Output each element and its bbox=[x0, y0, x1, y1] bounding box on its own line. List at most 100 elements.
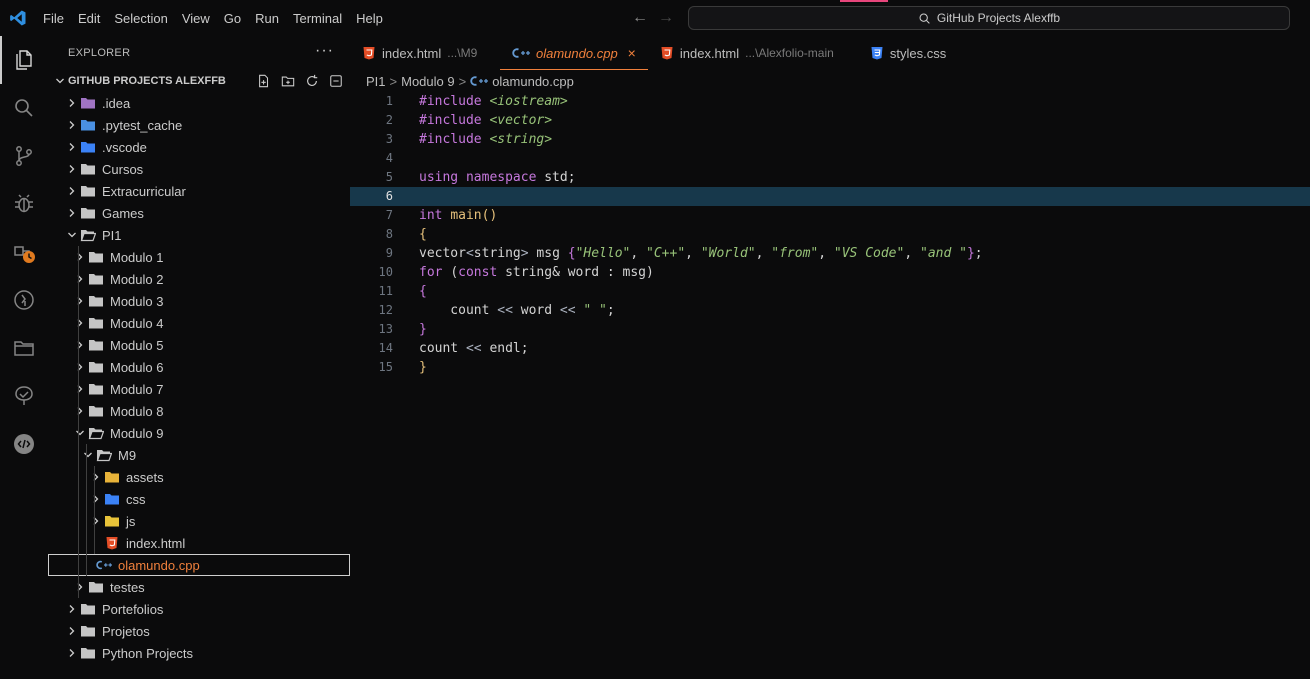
collapse-all-icon[interactable] bbox=[328, 73, 344, 89]
tree-item-cursos[interactable]: Cursos bbox=[48, 158, 350, 180]
tree-item-olamundo-cpp[interactable]: olamundo.cpp bbox=[48, 554, 350, 576]
search-icon[interactable] bbox=[0, 84, 48, 132]
code-line: 12 count << word << " "; bbox=[350, 301, 1310, 320]
folder-icon bbox=[80, 620, 96, 642]
tab-styles-css[interactable]: styles.css bbox=[858, 36, 978, 70]
tab-description: ...\M9 bbox=[447, 46, 478, 60]
tree-item-vscode[interactable]: .vscode bbox=[48, 136, 350, 158]
folder-icon[interactable] bbox=[0, 324, 48, 372]
tree-item-modulo-6[interactable]: Modulo 6 bbox=[48, 356, 350, 378]
editor-tabs: index.html ...\M9 olamundo.cpp × index.html.… bbox=[350, 36, 1310, 70]
extensions-update-icon[interactable] bbox=[0, 228, 48, 276]
code-token: , bbox=[685, 246, 701, 261]
indent-guide bbox=[86, 554, 87, 576]
tree-item-pytest-cache[interactable]: .pytest_cache bbox=[48, 114, 350, 136]
tree-item-modulo-1[interactable]: Modulo 1 bbox=[48, 246, 350, 268]
vscode-logo-icon[interactable] bbox=[0, 0, 36, 36]
line-number: 5 bbox=[385, 170, 393, 184]
tab-index-html-0[interactable]: index.html ...\M9 bbox=[350, 36, 500, 70]
file-tree: GITHUB PROJECTS ALEXFFB .idea .pytest_cac… bbox=[48, 70, 350, 664]
code-token: count bbox=[419, 303, 498, 318]
explorer-sidebar: EXPLORER ··· GITHUB PROJECTS ALEXFFB .id… bbox=[48, 36, 350, 679]
chevron-right-icon bbox=[88, 510, 104, 532]
tree-item-label: Modulo 7 bbox=[110, 381, 164, 397]
more-actions-icon[interactable]: ··· bbox=[315, 42, 334, 60]
tab-olamundo-cpp[interactable]: olamundo.cpp × bbox=[500, 36, 648, 70]
tab-index-html-2[interactable]: index.html ...\Alexfolio-main bbox=[648, 36, 858, 70]
breadcrumb-item[interactable]: PI1 bbox=[366, 74, 386, 89]
tree-item-python-projects[interactable]: Python Projects bbox=[48, 642, 350, 664]
tree-item-m9[interactable]: M9 bbox=[48, 444, 350, 466]
chat-icon[interactable] bbox=[0, 420, 48, 468]
tree-item-modulo-3[interactable]: Modulo 3 bbox=[48, 290, 350, 312]
folder-icon bbox=[104, 510, 120, 532]
code-line: 10 for (const string& word : msg) bbox=[350, 263, 1310, 282]
workspace-root[interactable]: GITHUB PROJECTS ALEXFFB bbox=[48, 70, 350, 92]
code-editor[interactable]: 1 #include <iostream> 2 #include <vector> 3 #… bbox=[350, 92, 1310, 377]
menu-run[interactable]: Run bbox=[248, 11, 286, 26]
tree-item-modulo-9[interactable]: Modulo 9 bbox=[48, 422, 350, 444]
breadcrumb-file[interactable]: olamundo.cpp bbox=[492, 74, 574, 89]
tree-item-modulo-8[interactable]: Modulo 8 bbox=[48, 400, 350, 422]
tab-label: index.html bbox=[679, 45, 740, 61]
tab-label: olamundo.cpp bbox=[536, 45, 618, 61]
menu-file[interactable]: File bbox=[36, 11, 71, 26]
code-token: { bbox=[419, 284, 427, 299]
tree-item-label: Modulo 3 bbox=[110, 293, 164, 309]
close-icon[interactable]: × bbox=[628, 45, 636, 61]
tree-item-testes[interactable]: testes bbox=[48, 576, 350, 598]
line-number: 13 bbox=[378, 322, 393, 336]
testing-icon[interactable] bbox=[0, 372, 48, 420]
new-file-icon[interactable] bbox=[256, 73, 272, 89]
tree-item-extracurricular[interactable]: Extracurricular bbox=[48, 180, 350, 202]
tree-item-index-html[interactable]: index.html bbox=[48, 532, 350, 554]
code-token: " " bbox=[583, 303, 607, 318]
tree-item-pi1[interactable]: PI1 bbox=[48, 224, 350, 246]
new-folder-icon[interactable] bbox=[280, 73, 296, 89]
code-line: 2 #include <vector> bbox=[350, 111, 1310, 130]
menu-go[interactable]: Go bbox=[217, 11, 248, 26]
tree-item-modulo-5[interactable]: Modulo 5 bbox=[48, 334, 350, 356]
tree-item-portefolios[interactable]: Portefolios bbox=[48, 598, 350, 620]
menu-terminal[interactable]: Terminal bbox=[286, 11, 349, 26]
forward-arrow-icon[interactable]: → bbox=[658, 8, 674, 28]
tree-item-projetos[interactable]: Projetos bbox=[48, 620, 350, 642]
menu-view[interactable]: View bbox=[175, 11, 217, 26]
code-line: 7 int main() bbox=[350, 206, 1310, 225]
code-text: for (const string& word : msg) bbox=[419, 263, 654, 282]
chevron-right-icon bbox=[72, 334, 88, 356]
breadcrumb-item[interactable]: Modulo 9 bbox=[401, 74, 454, 89]
code-token: vector bbox=[419, 246, 466, 261]
menu-help[interactable]: Help bbox=[349, 11, 390, 26]
tree-item-label: Extracurricular bbox=[102, 183, 186, 199]
tree-item-modulo-2[interactable]: Modulo 2 bbox=[48, 268, 350, 290]
explorer-files-icon[interactable] bbox=[0, 36, 48, 84]
code-token: << bbox=[465, 341, 482, 356]
indent-guide bbox=[78, 466, 79, 488]
tree-item-modulo-4[interactable]: Modulo 4 bbox=[48, 312, 350, 334]
command-center-search[interactable]: GitHub Projects Alexffb bbox=[688, 6, 1290, 30]
tree-item-games[interactable]: Games bbox=[48, 202, 350, 224]
indent-guide bbox=[78, 268, 79, 290]
remote-icon[interactable] bbox=[0, 276, 48, 324]
tab-description: ...\Alexfolio-main bbox=[745, 46, 834, 60]
source-control-icon[interactable] bbox=[0, 132, 48, 180]
menu-selection[interactable]: Selection bbox=[107, 11, 174, 26]
indent-guide bbox=[86, 532, 87, 554]
back-arrow-icon[interactable]: ← bbox=[632, 8, 648, 28]
tree-item-idea[interactable]: .idea bbox=[48, 92, 350, 114]
css-file-icon bbox=[870, 46, 884, 60]
refresh-icon[interactable] bbox=[304, 73, 320, 89]
cpp-file-icon bbox=[470, 75, 489, 87]
tree-item-js[interactable]: js bbox=[48, 510, 350, 532]
menu-edit[interactable]: Edit bbox=[71, 11, 107, 26]
tree-item-label: Games bbox=[102, 205, 144, 221]
tree-item-css[interactable]: css bbox=[48, 488, 350, 510]
code-line: 6 bbox=[350, 187, 1310, 206]
debug-icon[interactable] bbox=[0, 180, 48, 228]
tree-item-assets[interactable]: assets bbox=[48, 466, 350, 488]
indent-guide bbox=[94, 488, 95, 510]
code-line: 5 using namespace std; bbox=[350, 168, 1310, 187]
tree-item-modulo-7[interactable]: Modulo 7 bbox=[48, 378, 350, 400]
